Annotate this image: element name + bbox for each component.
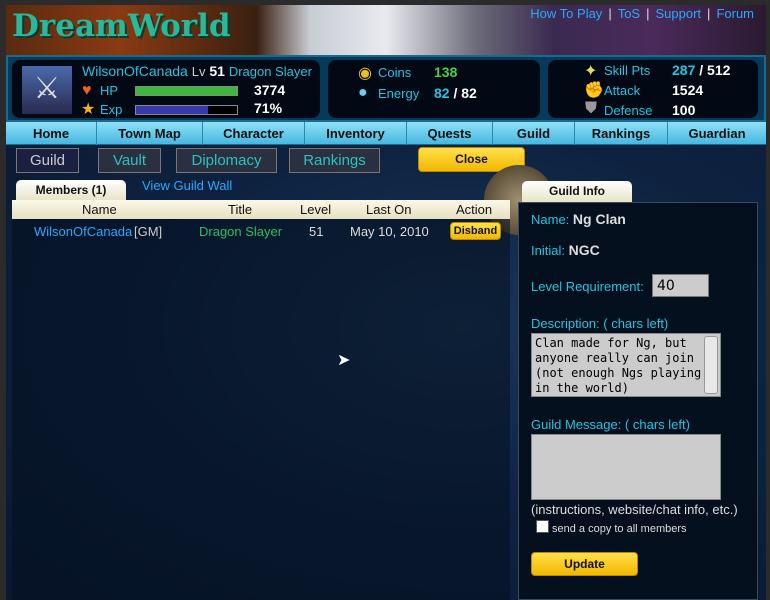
- nav-guardian[interactable]: Guardian: [668, 122, 766, 145]
- wand-icon: ✦: [584, 63, 598, 80]
- nav-inventory[interactable]: Inventory: [305, 122, 407, 145]
- guild-initial: NGC: [568, 242, 600, 258]
- top-links: How To Play | ToS | Support | Forum: [530, 6, 754, 21]
- description-scrollbar[interactable]: [704, 336, 718, 394]
- shield-icon: ⛊: [585, 100, 598, 117]
- knight-icon: ⚔: [33, 72, 61, 105]
- defense-label: Defense: [604, 103, 653, 118]
- subtab-rankings[interactable]: Rankings: [289, 148, 380, 173]
- members-table-header: Name Title Level Last On Action: [12, 200, 510, 219]
- defense-value: 100: [672, 102, 696, 118]
- view-guild-wall-link[interactable]: View Guild Wall: [142, 178, 232, 193]
- energy-label: Energy: [378, 86, 420, 101]
- hp-label: HP: [100, 83, 119, 98]
- hp-value: 3774: [254, 82, 286, 98]
- message-hint: (instructions, website/chat info, etc.): [531, 502, 738, 517]
- link-tos[interactable]: ToS: [618, 6, 640, 21]
- initial-label: Initial:: [531, 243, 565, 258]
- guild-message-label: Guild Message: ( chars left): [531, 417, 690, 432]
- col-title[interactable]: Title: [228, 202, 252, 217]
- col-name[interactable]: Name: [82, 202, 117, 217]
- link-support[interactable]: Support: [656, 6, 702, 21]
- member-level: 51: [309, 224, 324, 239]
- player-level: 51: [209, 63, 225, 79]
- level-req-label: Level Requirement:: [531, 279, 644, 294]
- send-copy-checkbox[interactable]: [536, 520, 549, 533]
- hp-bar: [135, 86, 238, 96]
- combat-panel: ✦ Skill Pts 287 / 512 ✊ Attack 1524 ⛊ De…: [548, 60, 758, 118]
- skill-label: Skill Pts: [604, 63, 651, 78]
- heart-icon: ♥: [82, 82, 92, 99]
- level-label: Lv: [191, 64, 206, 79]
- nav-rankings[interactable]: Rankings: [575, 122, 668, 145]
- guild-info-panel: Name: Ng Clan Initial: NGC Level Require…: [518, 202, 758, 600]
- member-name[interactable]: WilsonOfCanada: [34, 224, 132, 239]
- avatar[interactable]: ⚔: [22, 66, 72, 114]
- energy-icon: ●: [358, 84, 368, 101]
- coin-icon: ◉: [358, 65, 372, 82]
- exp-bar: [135, 105, 238, 115]
- main-nav: Home Town Map Character Inventory Quests…: [6, 122, 766, 145]
- stats-bar: ⚔ WilsonOfCanada Lv 51 Dragon Slayer ♥ H…: [6, 55, 766, 122]
- name-label: Name:: [531, 212, 570, 227]
- energy-value: 82: [434, 85, 450, 101]
- member-title: Dragon Slayer: [199, 224, 283, 239]
- col-level[interactable]: Level: [300, 202, 331, 217]
- subtab-guild[interactable]: Guild: [16, 148, 79, 173]
- nav-quests[interactable]: Quests: [407, 122, 493, 145]
- description-label: Description: ( chars left): [531, 316, 669, 331]
- tab-guild-info[interactable]: Guild Info: [522, 181, 632, 202]
- update-button[interactable]: Update: [531, 552, 638, 576]
- link-how-to-play[interactable]: How To Play: [530, 6, 602, 21]
- star-icon: ★: [81, 101, 96, 118]
- player-title: Dragon Slayer: [228, 64, 312, 79]
- disband-button[interactable]: Disband: [450, 222, 501, 240]
- player-name[interactable]: WilsonOfCanada: [82, 63, 188, 79]
- members-panel: [12, 200, 510, 600]
- mouse-cursor-icon: ➤: [337, 352, 351, 369]
- col-last-on[interactable]: Last On: [366, 202, 412, 217]
- energy-max: 82: [461, 85, 477, 101]
- nav-character[interactable]: Character: [203, 122, 305, 145]
- nav-town-map[interactable]: Town Map: [97, 122, 203, 145]
- send-copy-label[interactable]: send a copy to all members: [552, 523, 687, 535]
- description-textarea[interactable]: Clan made for Ng, but anyone really can …: [531, 333, 721, 397]
- resources-panel: ◉ Coins 138 ● Energy 82 / 82: [328, 60, 540, 118]
- col-action: Action: [456, 202, 493, 217]
- logo[interactable]: DreamWorld: [12, 8, 231, 44]
- subtab-diplomacy[interactable]: Diplomacy: [176, 148, 277, 173]
- coins-value: 138: [434, 64, 458, 80]
- coins-label: Coins: [378, 65, 412, 80]
- nav-guild[interactable]: Guild: [493, 122, 575, 145]
- tab-members[interactable]: Members (1): [16, 180, 126, 200]
- nav-home[interactable]: Home: [6, 122, 97, 145]
- guild-name: Ng Clan: [572, 211, 626, 227]
- exp-label: Exp: [100, 102, 123, 117]
- guild-message-textarea[interactable]: [531, 434, 721, 500]
- table-row: WilsonOfCanada [GM] Dragon Slayer 51 May…: [12, 222, 510, 242]
- character-panel: ⚔ WilsonOfCanada Lv 51 Dragon Slayer ♥ H…: [12, 60, 320, 118]
- skill-max: 512: [707, 62, 731, 78]
- member-rank: [GM]: [134, 224, 163, 239]
- attack-value: 1524: [672, 82, 704, 98]
- level-requirement-input[interactable]: [652, 274, 709, 297]
- fist-icon: ✊: [584, 82, 604, 99]
- attack-label: Attack: [604, 83, 641, 98]
- skill-value: 287: [672, 62, 696, 78]
- member-last-on: May 10, 2010: [350, 224, 429, 239]
- link-forum[interactable]: Forum: [716, 6, 754, 21]
- subtab-vault[interactable]: Vault: [98, 148, 161, 173]
- exp-value: 71%: [254, 100, 283, 116]
